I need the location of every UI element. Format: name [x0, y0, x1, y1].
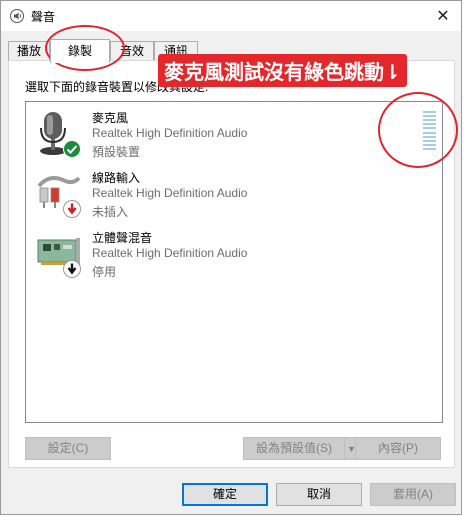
device-driver: Realtek High Definition Audio: [92, 186, 248, 200]
device-driver: Realtek High Definition Audio: [92, 126, 248, 140]
tab-recording[interactable]: 錄製: [50, 39, 110, 63]
device-item-stereo-mix[interactable]: 立體聲混音 Realtek High Definition Audio 停用: [31, 226, 361, 282]
level-segment: [423, 139, 436, 142]
device-item-microphone[interactable]: 麥克風 Realtek High Definition Audio 預設裝置: [31, 106, 361, 162]
level-segment: [423, 135, 436, 138]
level-segment: [423, 127, 436, 130]
tab-playback[interactable]: 播放: [8, 41, 50, 61]
device-name: 麥克風: [92, 111, 129, 125]
tab-sounds[interactable]: 音效: [110, 41, 154, 61]
device-status: 未插入: [92, 205, 129, 219]
properties-button[interactable]: 內容(P): [355, 437, 441, 460]
level-segment: [423, 123, 436, 126]
speaker-icon: [10, 9, 24, 23]
device-list[interactable]: 麥克風 Realtek High Definition Audio 預設裝置 線…: [25, 101, 443, 423]
check-badge-icon: [63, 140, 81, 158]
recording-panel: 選取下面的錄音裝置以修改其設定: 麥克風 Realtek High Defini…: [8, 60, 455, 468]
level-meter: [423, 111, 436, 150]
annotation-label: 麥克風測試沒有綠色跳動⇂: [158, 54, 407, 87]
down-arrow-black-badge-icon: [63, 260, 81, 278]
down-arrow-red-badge-icon: [63, 200, 81, 218]
level-segment: [423, 143, 436, 146]
cancel-button[interactable]: 取消: [276, 483, 362, 506]
set-default-button[interactable]: 設為預設值(S): [243, 437, 345, 460]
device-driver: Realtek High Definition Audio: [92, 246, 248, 260]
window-title: 聲音: [31, 10, 56, 24]
ok-button[interactable]: 確定: [182, 483, 268, 506]
device-name: 立體聲混音: [92, 231, 153, 245]
level-segment: [423, 115, 436, 118]
close-icon: ✕: [436, 8, 450, 25]
apply-button[interactable]: 套用(A): [370, 483, 456, 506]
device-status: 預設裝置: [92, 145, 141, 159]
configure-button[interactable]: 設定(C): [25, 437, 111, 460]
level-segment: [423, 131, 436, 134]
level-segment: [423, 111, 436, 113]
level-segment: [423, 147, 436, 150]
title-bar: 聲音 ✕: [1, 1, 461, 31]
device-status: 停用: [92, 265, 117, 279]
device-item-line-in[interactable]: 線路輸入 Realtek High Definition Audio 未插入: [31, 166, 361, 222]
level-segment: [423, 119, 436, 122]
close-button[interactable]: ✕: [425, 1, 461, 31]
device-name: 線路輸入: [92, 171, 141, 185]
